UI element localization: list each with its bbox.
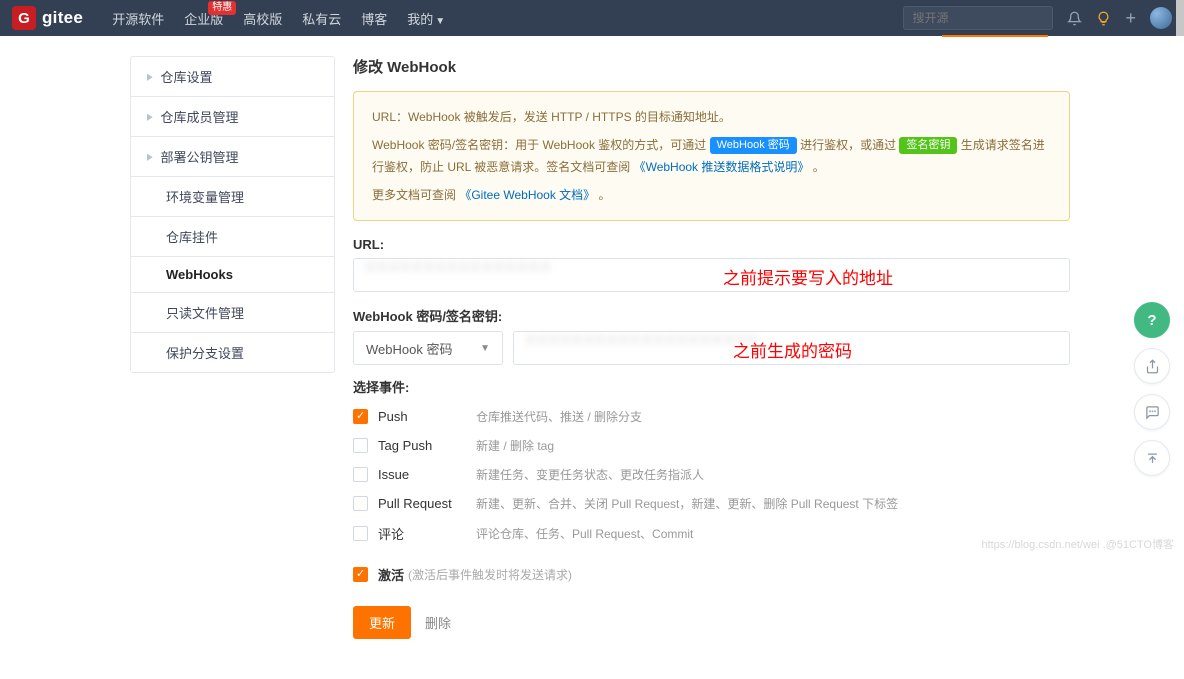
info-line-url: URL：WebHook 被触发后，发送 HTTP / HTTPS 的目标通知地址…: [372, 106, 1051, 128]
back-to-top-button[interactable]: [1134, 440, 1170, 476]
event-desc: 评论仓库、任务、Pull Request、Commit: [476, 525, 693, 542]
active-indicator: [942, 35, 1048, 37]
info-box: URL：WebHook 被触发后，发送 HTTP / HTTPS 的目标通知地址…: [353, 91, 1070, 221]
event-checkbox[interactable]: [353, 526, 368, 541]
activate-row: 激活 (激活后事件触发时将发送请求): [353, 559, 1070, 590]
password-input[interactable]: XXXXXXXXXXXXXXXXXXXX: [513, 331, 1070, 365]
brand-text[interactable]: gitee: [42, 8, 83, 28]
nav-enterprise[interactable]: 企业版特惠: [175, 9, 232, 28]
chevron-right-icon: ▸: [147, 108, 153, 125]
topbar-right: +: [903, 6, 1172, 30]
auth-type-select[interactable]: WebHook 密码 ▼: [353, 331, 503, 365]
events-list: Push仓库推送代码、推送 / 删除分支Tag Push新建 / 删除 tagI…: [353, 402, 1070, 549]
sidebar-item-1[interactable]: ▸ 仓库成员管理: [131, 97, 334, 137]
top-nav: 开源软件 企业版特惠 高校版 私有云 博客 我的▼: [103, 9, 454, 28]
sidebar-item-label: WebHooks: [166, 267, 233, 282]
sidebar-item-label: 保护分支设置: [166, 343, 244, 362]
sidebar-item-2[interactable]: ▸ 部署公钥管理: [131, 137, 334, 177]
sidebar-item-3[interactable]: 环境变量管理: [131, 177, 334, 217]
auth-type-value: WebHook 密码: [366, 339, 452, 358]
gitee-logo-icon[interactable]: G: [12, 6, 36, 30]
sidebar-item-label: 仓库成员管理: [161, 107, 239, 126]
chevron-right-icon: ▸: [147, 68, 153, 85]
nav-private[interactable]: 私有云: [293, 9, 350, 28]
event-row-2: Issue新建任务、变更任务状态、更改任务指派人: [353, 460, 1070, 489]
page-title: 修改 WebHook: [353, 56, 1070, 77]
main-content: 修改 WebHook URL：WebHook 被触发后，发送 HTTP / HT…: [353, 56, 1070, 639]
url-label: URL:: [353, 237, 1070, 252]
chevron-right-icon: ▸: [147, 148, 153, 165]
lightbulb-icon[interactable]: [1096, 11, 1111, 26]
bell-icon[interactable]: [1067, 11, 1082, 26]
info-line-docs: 更多文档可查阅 《Gitee WebHook 文档》 。: [372, 184, 1051, 206]
float-buttons: ?: [1134, 302, 1170, 476]
avatar[interactable]: [1150, 7, 1172, 29]
link-push-format[interactable]: 《WebHook 推送数据格式说明》: [634, 160, 810, 174]
enterprise-badge: 特惠: [208, 1, 236, 15]
link-webhook-docs[interactable]: 《Gitee WebHook 文档》: [459, 188, 595, 202]
event-checkbox[interactable]: [353, 496, 368, 511]
caret-down-icon: ▼: [480, 343, 490, 354]
url-input[interactable]: XXXXXXXXXXXXXXXX: [353, 258, 1070, 292]
sidebar-item-7[interactable]: 保护分支设置: [131, 333, 334, 372]
event-name: Issue: [378, 467, 476, 482]
help-button[interactable]: ?: [1134, 302, 1170, 338]
event-checkbox[interactable]: [353, 438, 368, 453]
sidebar: ▸ 仓库设置 ▸ 仓库成员管理 ▸ 部署公钥管理环境变量管理仓库挂件 WebHooks 只读文…: [130, 56, 335, 373]
sidebar-item-5[interactable]: WebHooks: [131, 257, 334, 293]
events-label: 选择事件:: [353, 377, 1070, 396]
feedback-button[interactable]: [1134, 394, 1170, 430]
sidebar-item-6[interactable]: 只读文件管理: [131, 293, 334, 333]
password-label: WebHook 密码/签名密钥:: [353, 306, 1070, 325]
event-row-0: Push仓库推送代码、推送 / 删除分支: [353, 402, 1070, 431]
watermark: https://blog.csdn.net/wei .@51CTO博客: [981, 536, 1174, 552]
event-desc: 新建、更新、合并、关闭 Pull Request，新建、更新、删除 Pull R…: [476, 495, 898, 512]
event-desc: 新建任务、变更任务状态、更改任务指派人: [476, 466, 704, 483]
event-name: 评论: [378, 524, 476, 543]
sidebar-item-4[interactable]: 仓库挂件: [131, 217, 334, 257]
share-button[interactable]: [1134, 348, 1170, 384]
sidebar-item-label: 仓库挂件: [166, 227, 218, 246]
nav-blog[interactable]: 博客: [352, 9, 396, 28]
event-row-1: Tag Push新建 / 删除 tag: [353, 431, 1070, 460]
event-name: Pull Request: [378, 496, 476, 511]
search-input[interactable]: [903, 6, 1053, 30]
event-checkbox[interactable]: [353, 467, 368, 482]
sidebar-item-label: 只读文件管理: [166, 303, 244, 322]
plus-icon[interactable]: +: [1125, 8, 1136, 29]
caret-down-icon: ▼: [435, 16, 445, 27]
event-desc: 仓库推送代码、推送 / 删除分支: [476, 408, 642, 425]
scrollbar[interactable]: [1176, 0, 1184, 36]
delete-button[interactable]: 删除: [425, 613, 451, 632]
pill-webhook-pwd: WebHook 密码: [710, 137, 797, 154]
event-row-4: 评论评论仓库、任务、Pull Request、Commit: [353, 518, 1070, 549]
activate-label: 激活: [378, 565, 404, 584]
event-name: Push: [378, 409, 476, 424]
event-checkbox[interactable]: [353, 409, 368, 424]
event-desc: 新建 / 删除 tag: [476, 437, 554, 454]
info-line-auth: WebHook 密码/签名密钥：用于 WebHook 鉴权的方式，可通过 Web…: [372, 134, 1051, 178]
activate-hint: (激活后事件触发时将发送请求): [408, 566, 572, 583]
sidebar-item-label: 环境变量管理: [166, 187, 244, 206]
event-row-3: Pull Request新建、更新、合并、关闭 Pull Request，新建、…: [353, 489, 1070, 518]
activate-checkbox[interactable]: [353, 567, 368, 582]
nav-opensource[interactable]: 开源软件: [103, 9, 173, 28]
nav-mine[interactable]: 我的▼: [398, 9, 454, 28]
pill-sign-key: 签名密钥: [899, 137, 957, 154]
update-button[interactable]: 更新: [353, 606, 411, 639]
topbar: G gitee 开源软件 企业版特惠 高校版 私有云 博客 我的▼ +: [0, 0, 1184, 36]
event-name: Tag Push: [378, 438, 476, 453]
sidebar-item-0[interactable]: ▸ 仓库设置: [131, 57, 334, 97]
sidebar-item-label: 仓库设置: [161, 67, 213, 86]
sidebar-item-label: 部署公钥管理: [161, 147, 239, 166]
nav-mine-label: 我的: [407, 12, 433, 27]
nav-edu[interactable]: 高校版: [234, 9, 291, 28]
